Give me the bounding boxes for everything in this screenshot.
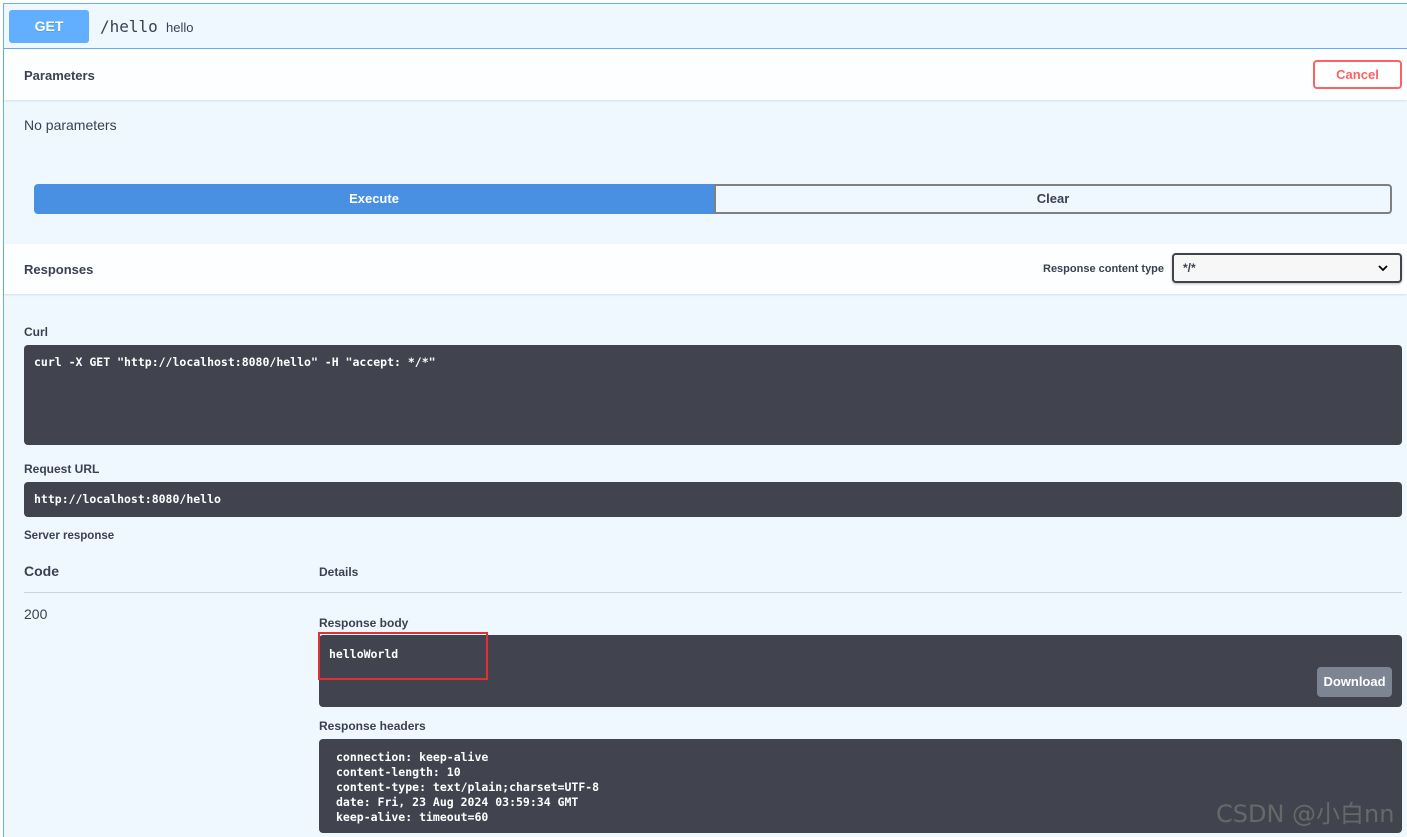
- operation-path: /hello: [100, 17, 158, 36]
- request-url-label: Request URL: [24, 462, 100, 476]
- operation-summary-text: hello: [166, 20, 194, 35]
- cancel-button[interactable]: Cancel: [1313, 60, 1402, 89]
- no-parameters-text: No parameters: [24, 117, 117, 133]
- curl-command[interactable]: curl -X GET "http://localhost:8080/hello…: [24, 345, 1402, 445]
- chevron-down-icon: [1378, 265, 1388, 272]
- clear-button[interactable]: Clear: [714, 184, 1392, 214]
- curl-command-text: curl -X GET "http://localhost:8080/hello…: [34, 355, 436, 369]
- response-headers-label: Response headers: [319, 719, 426, 733]
- execute-button[interactable]: Execute: [34, 184, 714, 214]
- method-badge: GET: [9, 10, 89, 43]
- response-header-line: connection: keep-alive: [336, 750, 489, 764]
- operation-summary[interactable]: GET /hello hello: [4, 4, 1407, 49]
- watermark: CSDN @小白nn: [1216, 800, 1395, 828]
- request-url-block[interactable]: http://localhost:8080/hello: [24, 482, 1402, 517]
- curl-label: Curl: [24, 325, 48, 339]
- code-column-header: Code: [24, 563, 59, 579]
- response-status-code: 200: [24, 606, 48, 622]
- details-column-header: Details: [319, 565, 359, 579]
- responses-title: Responses: [24, 262, 94, 277]
- response-header-line: content-type: text/plain;charset=UTF-8: [336, 780, 600, 794]
- server-response-label: Server response: [24, 530, 115, 542]
- table-divider: [24, 592, 1402, 593]
- request-url-text: http://localhost:8080/hello: [34, 492, 221, 506]
- highlight-box: [318, 632, 488, 680]
- content-type-label: Response content type: [1043, 263, 1165, 275]
- download-button[interactable]: Download: [1317, 667, 1392, 697]
- response-body-label: Response body: [319, 616, 409, 630]
- operation-block: GET /hello hello Parameters Cancel No pa…: [3, 3, 1407, 837]
- response-header-line: content-length: 10: [336, 765, 461, 779]
- parameters-header: Parameters Cancel: [4, 49, 1407, 100]
- execute-wrapper: Execute Clear: [34, 184, 1392, 214]
- parameters-title: Parameters: [24, 68, 95, 83]
- content-type-value: */*: [1183, 261, 1196, 275]
- content-type-select[interactable]: */*: [1172, 253, 1402, 283]
- responses-header: Responses Response content type */*: [4, 244, 1407, 294]
